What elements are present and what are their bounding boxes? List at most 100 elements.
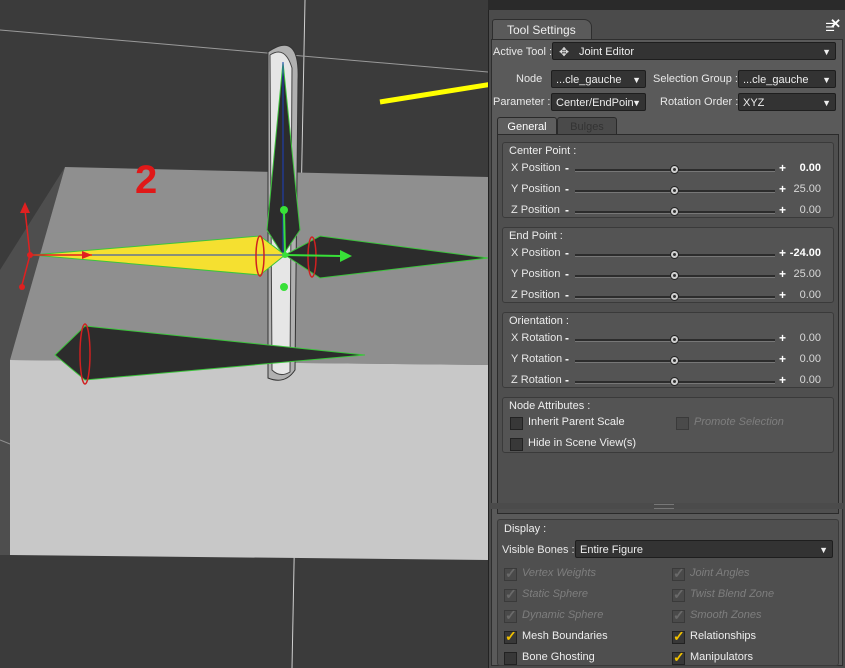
manipulator-handle[interactable] [280, 283, 288, 291]
increment-button[interactable]: + [779, 162, 786, 174]
slider-value[interactable]: -24.00 [790, 247, 821, 259]
chevron-down-icon: ▼ [632, 75, 641, 85]
slider-label: Z Rotation [511, 374, 562, 386]
parameter-label: Parameter : [493, 96, 551, 108]
manipulator-y-axis[interactable] [283, 209, 286, 256]
increment-button[interactable]: + [779, 289, 786, 301]
manipulator-y-handle[interactable] [280, 206, 288, 214]
gizmo-handle [19, 284, 25, 290]
rotation-order-label: Rotation Order : [660, 96, 739, 108]
slider-knob[interactable] [670, 165, 679, 174]
parameter-value: Center/EndPoin [556, 97, 634, 109]
decrement-button[interactable]: - [565, 374, 569, 386]
slider-label: Y Position [511, 268, 561, 280]
decrement-button[interactable]: - [565, 183, 569, 195]
menu-icon[interactable]: ☰ [823, 21, 837, 35]
active-tool-label: Active Tool : [493, 46, 553, 58]
active-tool-value: Joint Editor [579, 46, 635, 58]
slider-row: Z Position - +0.00 [503, 204, 833, 220]
slider-knob[interactable] [670, 250, 679, 259]
display-option-checkbox[interactable] [672, 607, 685, 624]
display-option-checkbox[interactable] [504, 628, 517, 645]
selection-group-dropdown[interactable]: ...cle_gauche ▼ [738, 70, 836, 88]
display-option-checkbox[interactable] [672, 565, 685, 582]
top-strip [488, 0, 845, 10]
hide-in-scene-checkbox[interactable] [510, 438, 523, 451]
tab-bulges[interactable]: Bulges [557, 117, 617, 135]
slider-knob[interactable] [670, 186, 679, 195]
tab-tool-settings[interactable]: Tool Settings [492, 19, 592, 39]
display-option-checkbox[interactable] [672, 586, 685, 603]
selection-group-value: ...cle_gauche [743, 74, 809, 86]
chevron-down-icon: ▼ [632, 98, 641, 108]
promote-selection-checkbox[interactable] [676, 417, 689, 430]
slider-value[interactable]: 25.00 [793, 268, 821, 280]
visible-bones-label: Visible Bones : [502, 544, 575, 556]
display-option-label: Manipulators [690, 651, 753, 663]
inherit-parent-scale-checkbox[interactable] [510, 417, 523, 430]
slider-value[interactable]: 0.00 [800, 162, 821, 174]
decrement-button[interactable]: - [565, 268, 569, 280]
decrement-button[interactable]: - [565, 204, 569, 216]
slider-value[interactable]: 0.00 [800, 332, 821, 344]
display-option-checkbox[interactable] [504, 652, 517, 665]
decrement-button[interactable]: - [565, 289, 569, 301]
display-option-checkbox[interactable] [504, 565, 517, 582]
slider-value[interactable]: 0.00 [800, 289, 821, 301]
end-point-title: End Point : [509, 230, 563, 242]
rotation-order-dropdown[interactable]: XYZ ▼ [738, 93, 836, 111]
slider-value[interactable]: 0.00 [800, 204, 821, 216]
slider-knob[interactable] [670, 292, 679, 301]
display-option-label: Bone Ghosting [522, 651, 595, 663]
promote-selection-label: Promote Selection [694, 416, 784, 428]
chevron-down-icon: ▼ [822, 75, 831, 85]
parameter-dropdown[interactable]: Center/EndPoin ▼ [551, 93, 646, 111]
gizmo-center [27, 252, 33, 258]
slider-knob[interactable] [670, 207, 679, 216]
increment-button[interactable]: + [779, 374, 786, 386]
selection-group-label: Selection Group : [653, 73, 738, 85]
slider-label: X Position [511, 247, 561, 259]
slider-label: X Position [511, 162, 561, 174]
decrement-button[interactable]: - [565, 332, 569, 344]
tool-settings-panel: ✕ Tool Settings ☰ Active Tool : ✥ Joint … [488, 10, 845, 668]
visible-bones-dropdown[interactable]: Entire Figure ▼ [575, 540, 833, 558]
slider-row: Z Position - +0.00 [503, 289, 833, 305]
slider-knob[interactable] [670, 377, 679, 386]
slider-knob[interactable] [670, 335, 679, 344]
box-front-face [10, 360, 488, 560]
slider-knob[interactable] [670, 356, 679, 365]
increment-button[interactable]: + [779, 247, 786, 259]
node-attributes-title: Node Attributes : [509, 400, 591, 412]
increment-button[interactable]: + [779, 268, 786, 280]
display-option-checkbox[interactable] [504, 607, 517, 624]
increment-button[interactable]: + [779, 204, 786, 216]
increment-button[interactable]: + [779, 183, 786, 195]
decrement-button[interactable]: - [565, 353, 569, 365]
decrement-button[interactable]: - [565, 247, 569, 259]
end-point-group: End Point : X Position - + -24.00 Y Position… [502, 227, 834, 303]
display-option-checkbox[interactable] [672, 649, 685, 666]
chevron-down-icon: ▼ [822, 47, 831, 57]
node-dropdown[interactable]: ...cle_gauche ▼ [551, 70, 646, 88]
panel-splitter[interactable] [491, 503, 843, 509]
orientation-group: Orientation : X Rotation - +0.00 Y Rotation… [502, 312, 834, 388]
display-option-checkbox[interactable] [504, 586, 517, 603]
increment-button[interactable]: + [779, 332, 786, 344]
display-title: Display : [504, 523, 547, 535]
display-option-checkbox[interactable] [672, 628, 685, 645]
active-tool-dropdown[interactable]: ✥ Joint Editor ▼ [552, 42, 836, 60]
manipulator-center[interactable] [282, 252, 288, 258]
slider-value[interactable]: 0.00 [800, 374, 821, 386]
slider-knob[interactable] [670, 271, 679, 280]
increment-button[interactable]: + [779, 353, 786, 365]
slider-value[interactable]: 25.00 [793, 183, 821, 195]
display-option-label: Dynamic Sphere [522, 609, 604, 621]
display-group: Display : Visible Bones : Entire Figure … [497, 519, 839, 666]
slider-row: Y Position - +25.00 [503, 268, 833, 284]
tab-general[interactable]: General [497, 117, 557, 135]
decrement-button[interactable]: - [565, 162, 569, 174]
display-option-label: Joint Angles [690, 567, 750, 579]
slider-value[interactable]: 0.00 [800, 353, 821, 365]
manipulator-x-axis[interactable] [284, 254, 341, 257]
